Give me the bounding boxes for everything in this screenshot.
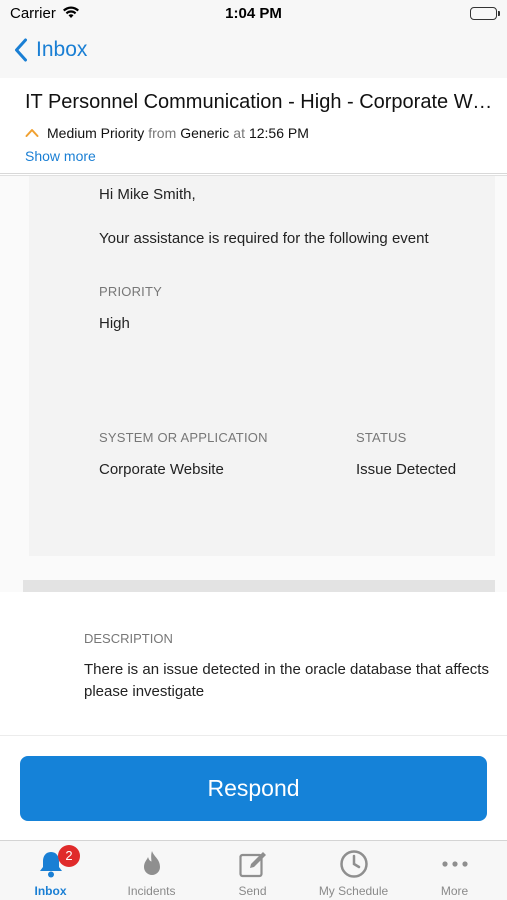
system-label: SYSTEM OR APPLICATION	[99, 430, 268, 445]
message-meta: Medium Priority from Generic at 12:56 PM	[25, 125, 309, 141]
priority-label: PRIORITY	[99, 284, 162, 299]
tab-incidents[interactable]: Incidents	[101, 841, 202, 900]
system-value: Corporate Website	[99, 461, 224, 478]
unread-badge: 2	[58, 845, 80, 867]
sender-name: Generic	[180, 125, 230, 141]
back-button-label: Inbox	[36, 38, 88, 61]
tab-more[interactable]: More	[404, 841, 505, 900]
battery-icon	[470, 7, 500, 20]
back-button[interactable]: Inbox	[14, 38, 87, 62]
ellipsis-icon	[440, 849, 470, 884]
clock-icon	[339, 849, 369, 884]
chevron-left-icon	[15, 38, 27, 62]
status-value: Issue Detected	[356, 461, 457, 478]
status-bar: Carrier 1:04 PM	[0, 0, 507, 28]
section-divider	[23, 580, 495, 592]
message-subject: IT Personnel Communication - High - Corp…	[25, 91, 495, 113]
message-body[interactable]: Hi Mike Smith, Your assistance is requir…	[0, 175, 507, 735]
tab-label: More	[440, 884, 469, 898]
message-header: IT Personnel Communication - High - Corp…	[0, 78, 507, 174]
greeting-text: Hi Mike Smith,	[99, 186, 196, 203]
flame-icon	[139, 849, 165, 884]
caret-up-icon	[25, 129, 39, 137]
tab-bar: 2 Inbox Incidents Send My Schedule More	[0, 840, 507, 900]
description-text: There is an issue detected in the oracle…	[84, 661, 489, 700]
tab-label: Inbox	[34, 884, 67, 898]
tab-send[interactable]: Send	[202, 841, 303, 900]
tab-label: Incidents	[127, 884, 176, 898]
clock-time: 1:04 PM	[225, 5, 282, 22]
respond-button[interactable]: Respond	[20, 756, 487, 821]
description-section: DESCRIPTION There is an issue detected i…	[0, 592, 507, 735]
navigation-bar: Inbox	[0, 28, 507, 78]
message-time: 12:56 PM	[248, 125, 309, 141]
at-word: at	[233, 125, 245, 141]
priority-value: High	[99, 315, 130, 332]
status-label: STATUS	[356, 430, 407, 445]
intro-text: Your assistance is required for the foll…	[99, 230, 429, 247]
tab-inbox[interactable]: 2 Inbox	[0, 841, 101, 900]
tab-my-schedule[interactable]: My Schedule	[303, 841, 404, 900]
compose-icon	[238, 849, 268, 884]
respond-area: Respond	[0, 735, 507, 840]
description-label: DESCRIPTION	[84, 631, 173, 646]
event-card: Hi Mike Smith, Your assistance is requir…	[29, 176, 495, 556]
tab-label: Send	[238, 884, 267, 898]
priority-text: Medium Priority	[47, 125, 145, 141]
from-word: from	[148, 125, 177, 141]
tab-label: My Schedule	[318, 884, 389, 898]
show-more-link[interactable]: Show more	[25, 148, 96, 164]
